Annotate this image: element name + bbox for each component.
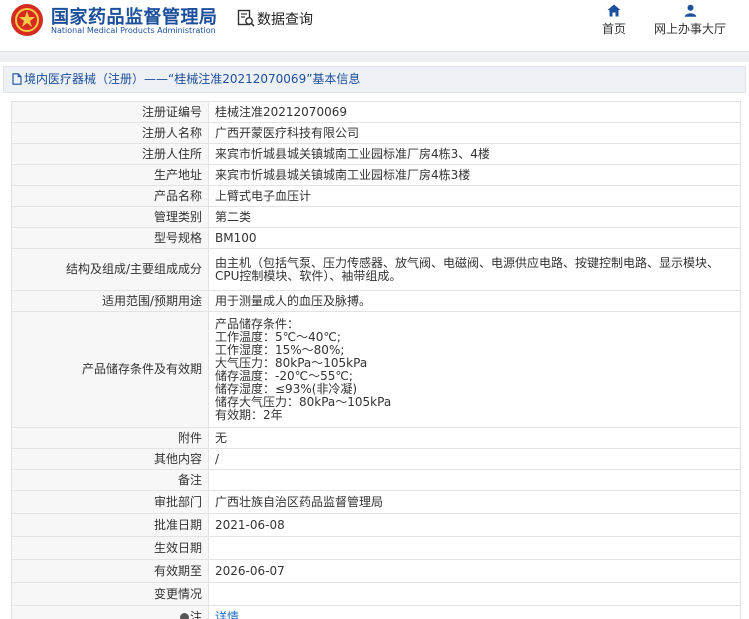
table-row: 附件 无 — [11, 427, 741, 449]
note-icon — [179, 612, 189, 619]
site-logo-subtitle: National Medical Products Administration — [51, 26, 216, 35]
table-row: 产品名称 上臂式电子血压计 — [11, 185, 741, 207]
field-label-remarks: 备注 — [11, 469, 209, 491]
table-row: 备注 — [11, 469, 741, 491]
field-label-intended-use: 适用范围/预期用途 — [11, 290, 209, 312]
field-label-product-name: 产品名称 — [11, 185, 209, 207]
field-value-valid-until: 2026-06-07 — [208, 559, 741, 583]
registration-info-table: 注册证编号 桂械注准20212070069 注册人名称 广西开蒙医疗科技有限公司… — [11, 101, 741, 619]
field-value-other-content: / — [208, 448, 741, 470]
document-icon — [12, 73, 22, 85]
table-row: 变更情况 — [11, 582, 741, 606]
field-value-registrant-address: 来宾市忻城县城关镇城南工业园标准厂房4栋3、4楼 — [208, 143, 741, 165]
field-value-approval-date: 2021-06-08 — [208, 513, 741, 537]
table-row: 注册人住所 来宾市忻城县城关镇城南工业园标准厂房4栋3、4楼 — [11, 143, 741, 165]
nav-online-office[interactable]: 网上办事大厅 — [648, 4, 732, 44]
table-row: 生产地址 来宾市忻城县城关镇城南工业园标准厂房4栋3楼 — [11, 164, 741, 186]
breadcrumb-text: 境内医疗器械（注册）——“桂械注准20212070069”基本信息 — [24, 72, 361, 86]
field-label-registration-number: 注册证编号 — [11, 101, 209, 123]
field-value-structure-composition: 由主机（包括气泵、压力传感器、放气阀、电磁阀、电源供应电路、按键控制电路、显示模… — [208, 248, 741, 291]
field-label-attachment: 附件 — [11, 427, 209, 449]
header-separator — [0, 52, 749, 62]
table-row: 适用范围/预期用途 用于测量成人的血压及脉搏。 — [11, 290, 741, 312]
table-row: 结构及组成/主要组成成分 由主机（包括气泵、压力传感器、放气阀、电磁阀、电源供应… — [11, 248, 741, 291]
nav-online-office-label: 网上办事大厅 — [653, 22, 726, 36]
field-value-storage-validity: 产品储存条件： 工作温度：5℃～40℃; 工作湿度：15%～80%; 大气压力：… — [208, 311, 741, 428]
details-link[interactable]: 详情 — [215, 610, 239, 619]
field-value-remarks — [208, 469, 741, 491]
user-icon — [684, 4, 696, 17]
field-value-registrant-name: 广西开蒙医疗科技有限公司 — [208, 122, 741, 144]
field-value-change-status — [208, 582, 741, 606]
field-value-intended-use: 用于测量成人的血压及脉搏。 — [208, 290, 741, 312]
table-row: 批准日期 2021-06-08 — [11, 513, 741, 537]
nav-home-label: 首页 — [601, 22, 626, 36]
table-row: 有效期至 2026-06-07 — [11, 559, 741, 583]
field-label-production-address: 生产地址 — [11, 164, 209, 186]
field-value-production-address: 来宾市忻城县城关镇城南工业园标准厂房4栋3楼 — [208, 164, 741, 186]
field-label-registrant-name: 注册人名称 — [11, 122, 209, 144]
home-icon — [607, 4, 621, 17]
field-value-management-class: 第二类 — [208, 206, 741, 228]
field-label-approval-department: 审批部门 — [11, 490, 209, 514]
field-label-model-spec: 型号规格 — [11, 227, 209, 249]
field-value-note: 详情 — [208, 605, 741, 619]
table-row: 产品储存条件及有效期 产品储存条件： 工作温度：5℃～40℃; 工作湿度：15%… — [11, 311, 741, 428]
field-value-model-spec: BM100 — [208, 227, 741, 249]
nav-home[interactable]: 首页 — [596, 4, 632, 44]
table-row: 型号规格 BM100 — [11, 227, 741, 249]
national-emblem-icon — [11, 4, 43, 36]
field-label-structure-composition: 结构及组成/主要组成成分 — [11, 248, 209, 291]
field-label-effective-date: 生效日期 — [11, 536, 209, 560]
table-row: 生效日期 — [11, 536, 741, 560]
field-label-other-content: 其他内容 — [11, 448, 209, 470]
field-label-storage-validity: 产品储存条件及有效期 — [11, 311, 209, 428]
field-value-attachment: 无 — [208, 427, 741, 449]
field-label-note: 注 — [11, 605, 209, 619]
field-value-approval-department: 广西壮族自治区药品监督管理局 — [208, 490, 741, 514]
table-row: 审批部门 广西壮族自治区药品监督管理局 — [11, 490, 741, 514]
breadcrumb: 境内医疗器械（注册）——“桂械注准20212070069”基本信息 — [3, 66, 746, 93]
data-query-title: 数据查询 — [257, 12, 313, 28]
field-label-valid-until: 有效期至 — [11, 559, 209, 583]
data-query-icon — [237, 9, 255, 27]
table-row: 管理类别 第二类 — [11, 206, 741, 228]
table-row: 注册人名称 广西开蒙医疗科技有限公司 — [11, 122, 741, 144]
note-label-text: 注 — [189, 609, 202, 619]
table-row: 其他内容 / — [11, 448, 741, 470]
field-label-change-status: 变更情况 — [11, 582, 209, 606]
field-value-product-name: 上臂式电子血压计 — [208, 185, 741, 207]
site-header: 国家药品监督管理局 National Medical Products Admi… — [0, 0, 749, 52]
table-row: 注 详情 — [11, 605, 741, 619]
field-label-management-class: 管理类别 — [11, 206, 209, 228]
field-value-effective-date — [208, 536, 741, 560]
field-value-registration-number: 桂械注准20212070069 — [208, 101, 741, 123]
field-label-registrant-address: 注册人住所 — [11, 143, 209, 165]
table-row: 注册证编号 桂械注准20212070069 — [11, 101, 741, 123]
field-label-approval-date: 批准日期 — [11, 513, 209, 537]
